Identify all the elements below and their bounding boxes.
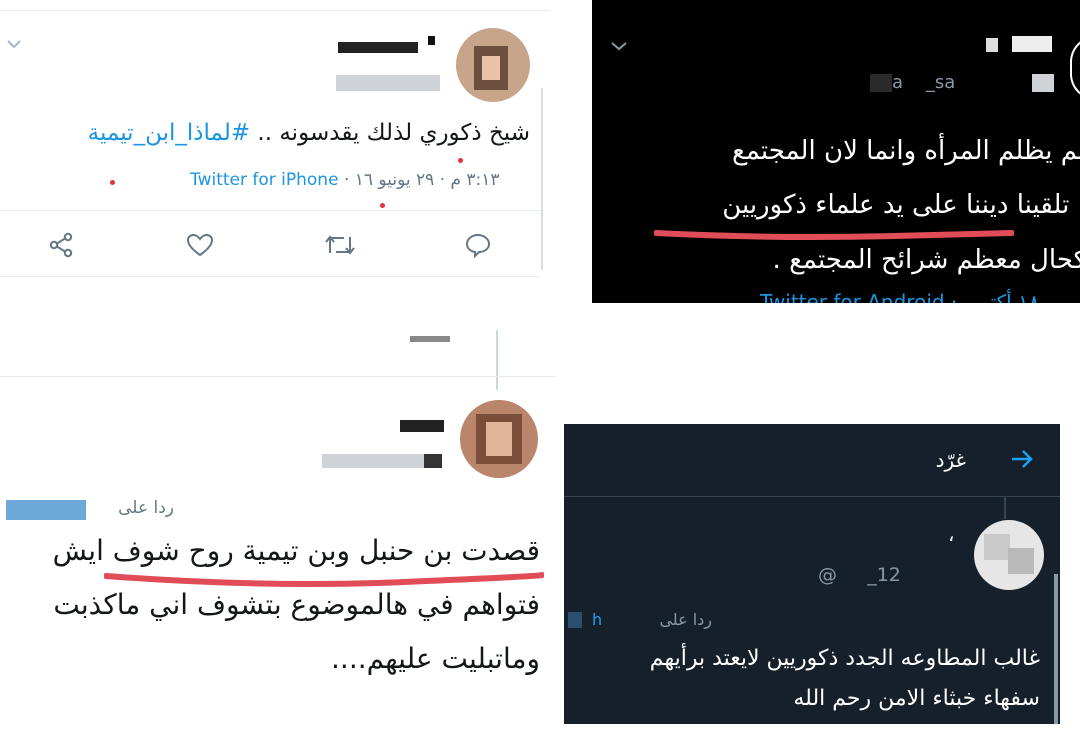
avatar[interactable] [460,400,538,478]
tweet-panel-top-right: a _sa لم يظلم المرأه وانما لان المجتمع ،… [592,0,1080,303]
reply-prefix: ردا على [659,610,712,629]
username-redacted [336,75,440,91]
avatar[interactable] [974,520,1044,590]
back-arrow-icon[interactable] [1010,448,1034,470]
thread-line [496,330,498,390]
reply-to-redacted [6,500,86,520]
display-name-mark: ، [948,522,955,546]
name-dot [428,36,435,45]
like-icon[interactable] [186,233,214,257]
reply-to-name[interactable]: h [592,610,602,629]
reply-line-1: قصدت بن حنبل وبن تيمية روح شوف ايش [52,534,540,567]
reply-to-redacted [568,612,582,628]
display-name-redacted [986,38,998,52]
username-redacted [424,454,442,468]
display-name-redacted [1012,36,1052,52]
reply-line-2: فتواهم في هالموضوع بتشوف اني ماكذبت [53,588,540,621]
header-title: غرّد [935,448,966,472]
tweet-panel-top-left: شيخ ذكوري لذلك يقدسونه .. #لماذا_ابن_تيم… [0,0,552,285]
avatar[interactable] [456,28,530,102]
tweet-body: شيخ ذكوري لذلك يقدسونه .. [257,120,530,146]
display-name-redacted [400,420,444,432]
tweet-meta: Twitter for iPhone ٣:١٣ م · ٢٩ يونيو ١٦ … [190,170,530,190]
timestamp: ٣:١٣ م · ٢٩ يونيو ١٦ · [343,170,500,190]
tweet-panel-bottom-left: ردا على قصدت بن حنبل وبن تيمية روح شوف ا… [0,330,556,733]
chevron-down-icon[interactable] [6,38,22,50]
thread-border [1054,574,1058,724]
top-divider [0,10,550,11]
tweet-line-1: لم يظلم المرأه وانما لان المجتمع [732,136,1080,166]
chevron-down-icon[interactable] [610,40,628,52]
tweet-panel-bottom-right: غرّد ، @ _12 ردا على h غالب المطاوعه الج… [564,424,1060,724]
username-partial: a _sa [892,72,956,93]
share-icon[interactable] [48,232,74,258]
reply-line-1: غالب المطاوعه الجدد ذكوريين لايعتد برأيه… [649,646,1040,671]
reply-line-2: سفهاء خبثاء الامن رحم الله [793,686,1040,711]
reply-line-3: وماتبليت عليهم.... [331,642,540,675]
client-link[interactable]: Twitter for iPhone [190,170,339,190]
thread-border [541,88,543,270]
avatar[interactable] [1070,36,1080,100]
reply-icon[interactable] [464,232,492,258]
action-divider [0,210,540,211]
highlight-underline [103,572,546,588]
hashtag-link[interactable]: #لماذا_ابن_تيمية [88,120,250,146]
username-redacted [1032,74,1054,92]
cropped-text [410,336,450,342]
tweet-line-3: كحال معظم شرائح المجتمع . [772,245,1080,275]
tweet-line-2: ، تلقينا ديننا على يد علماء ذكوريين [722,190,1080,220]
tweet-text: شيخ ذكوري لذلك يقدسونه .. #لماذا_ابن_تيم… [10,120,530,146]
username: @ _12 [818,564,901,586]
marker-dot [458,158,463,163]
highlight-underline [653,226,1016,240]
top-divider [0,376,556,377]
header-divider [564,496,1060,497]
display-name-redacted [338,42,418,53]
reply-prefix: ردا على [118,498,174,518]
marker-dot [380,203,385,208]
username-redacted [870,74,892,92]
bottom-divider [0,276,540,277]
thread-line [1004,497,1006,519]
retweet-icon[interactable] [324,233,356,257]
tweet-footer[interactable]: Twitter for Android · ١٨ أكتوبر [760,290,1040,303]
marker-dot [110,180,115,185]
